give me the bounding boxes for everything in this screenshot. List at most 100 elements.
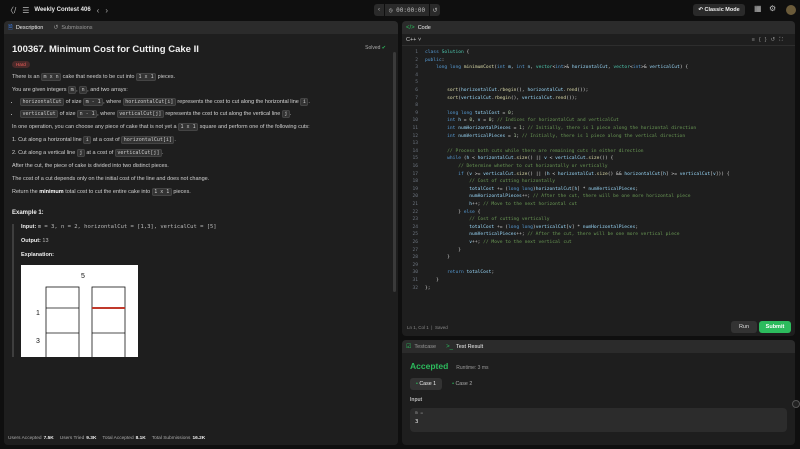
list-item: verticalCut of size n - 1, where vertica… <box>20 110 390 118</box>
code-line[interactable]: while (h < horizontalCut.size() || v < v… <box>425 156 613 161</box>
avatar[interactable] <box>786 5 796 15</box>
timer: ‹ ◷ 00:00:00 ↺ <box>374 4 440 16</box>
code-line[interactable]: numHorizontalPieces++; // After the cut,… <box>425 194 690 199</box>
line-number: 5 <box>415 80 418 86</box>
code-line[interactable]: }; <box>425 286 431 291</box>
contest-title[interactable]: Weekly Contest 406 <box>34 7 90 13</box>
code-line[interactable]: int numHorizontalPieces = 1; // Initiall… <box>425 126 696 131</box>
line-number: 9 <box>415 110 418 116</box>
line-number: 25 <box>412 232 418 238</box>
line-number: 31 <box>412 278 418 283</box>
line-number: 17 <box>412 171 418 177</box>
classic-mode-button[interactable]: ↶ Classic Mode <box>693 4 745 16</box>
result-body: Accepted Runtime: 3 ms • Case 1 • Case 2 … <box>402 353 795 440</box>
arrays-list: horizontalCut of size m - 1, where horiz… <box>20 98 390 118</box>
line-number: 13 <box>412 141 418 147</box>
code-panel: </> Code C++ ˅ ≡{}↺⛶ 1 class Solution {2 pu… <box>402 21 795 336</box>
checkbox-icon: ☑ <box>406 344 412 350</box>
tab-description[interactable]: 🗎 Description <box>8 23 43 33</box>
code-line[interactable]: return totalCost; <box>425 270 494 275</box>
tab-testcase[interactable]: ☑ Testcase <box>406 343 436 351</box>
list-item: horizontalCut of size m - 1, where horiz… <box>20 98 390 106</box>
timer-reset-icon[interactable]: ↺ <box>430 4 440 16</box>
code-line[interactable]: if (v >= verticalCut.size() || (h < hori… <box>425 172 729 177</box>
line-number: 20 <box>412 194 418 200</box>
line-number: 7 <box>415 95 418 101</box>
example-input: Input: m = 3, n = 2, horizontalCut = [1,… <box>21 224 217 230</box>
editor-tools-icons[interactable]: ≡{}↺⛶ <box>752 37 787 44</box>
case-tabs: • Case 1 • Case 2 <box>410 378 787 390</box>
line-number: 19 <box>412 186 418 192</box>
code-line[interactable]: class Solution { <box>425 50 469 55</box>
line-number: 6 <box>415 88 418 93</box>
gear-icon[interactable]: ⚙ <box>769 4 776 13</box>
code-line[interactable]: totalCost += (long long)verticalCut[v] *… <box>425 225 638 230</box>
code-editor[interactable]: 1 class Solution {2 public: 3 long long min… <box>402 46 795 321</box>
timer-left-icon[interactable]: ‹ <box>374 4 384 16</box>
description-scrollbar[interactable] <box>393 52 396 292</box>
code-line[interactable]: totalCost += (long long)horizontalCut[h]… <box>425 187 638 192</box>
clock-icon: ◷ <box>388 6 397 14</box>
description-panel: 🗎 Description ↺ Submissions 100367. Minimu… <box>4 21 398 445</box>
line-number: 21 <box>412 202 418 207</box>
code-line[interactable]: } <box>425 248 461 253</box>
code-line[interactable]: sort(horizontalCut.rbegin(), horizontalC… <box>425 88 588 93</box>
tab-description-label: Description <box>15 24 44 31</box>
code-line[interactable]: int h = 0, v = 0; // Indices for horizon… <box>425 118 619 123</box>
code-line[interactable]: sort(verticalCut.rbegin(), verticalCut.r… <box>425 96 577 101</box>
code-footer: Ln 1, Col 1 | Saved Run Submit <box>402 318 795 336</box>
tab-test-result[interactable]: >_ Test Result <box>446 344 483 350</box>
code-line[interactable]: long long totalCost = 0; <box>425 111 513 116</box>
code-line[interactable]: long long minimumCost(int m, int n, vect… <box>425 65 688 70</box>
code-line[interactable]: // Cost of cutting vertically <box>425 217 549 222</box>
description-tabbar: 🗎 Description ↺ Submissions <box>4 21 398 34</box>
line-number: 28 <box>412 255 418 261</box>
input-var: m = <box>415 411 424 416</box>
code-line[interactable]: public: <box>425 58 444 63</box>
case-tab-1[interactable]: • Case 1 <box>410 378 443 390</box>
line-number: 8 <box>415 103 418 109</box>
line-number: 30 <box>412 270 418 276</box>
code-line[interactable]: } <box>425 278 439 283</box>
tab-code-label: Code <box>417 24 431 31</box>
code-line[interactable]: } else { <box>425 210 480 215</box>
code-line[interactable]: } <box>425 255 450 260</box>
timer-display[interactable]: ◷ 00:00:00 <box>385 4 429 16</box>
code-line[interactable]: // Cost of cutting horizontally <box>425 179 555 184</box>
code-line[interactable]: h++; // Move to the next horizontal cut <box>425 202 577 207</box>
layout-icon[interactable]: ▦ <box>754 4 762 13</box>
difficulty-badge[interactable]: Hard <box>12 61 30 68</box>
problem-list-icon[interactable]: ☰ <box>22 6 29 15</box>
language-select[interactable]: C++ ˅ <box>406 37 421 43</box>
operation-1: 1. Cut along a horizontal line i at a co… <box>12 136 176 144</box>
code-line[interactable]: v++; // Move to the next vertical cut <box>425 240 571 245</box>
code-line[interactable]: // Process both cuts while there are rem… <box>425 149 643 154</box>
success-dot-icon: • <box>452 381 454 387</box>
logo-icon[interactable]: 〈/ <box>6 5 16 16</box>
document-icon: 🗎 <box>8 24 13 31</box>
scroll-handle[interactable] <box>792 400 800 408</box>
chevron-right-icon[interactable]: › <box>105 6 108 15</box>
solved-label: Solved <box>365 45 381 51</box>
paragraph-5: The cost of a cut depends only on the in… <box>12 176 210 182</box>
tab-submissions[interactable]: ↺ Submissions <box>53 24 92 32</box>
timer-value: 00:00:00 <box>396 6 426 14</box>
run-button[interactable]: Run <box>731 321 757 333</box>
line-number: 14 <box>412 148 418 154</box>
chevron-left-icon[interactable]: ‹ <box>97 6 100 15</box>
code-line[interactable]: int numVerticalPieces = 1; // Initially,… <box>425 134 685 139</box>
code-line[interactable]: // Determine whether to cut horizontally… <box>425 164 607 169</box>
stat-total-submissions: Total Submissions 16.2K <box>151 436 206 441</box>
line-number: 23 <box>412 217 418 223</box>
submit-button[interactable]: Submit <box>759 321 791 333</box>
case-tab-2[interactable]: • Case 2 <box>446 378 478 390</box>
line-number: 10 <box>412 118 418 124</box>
tab-code[interactable]: </> Code <box>406 25 431 31</box>
result-status: Accepted <box>410 361 449 371</box>
language-label: C++ <box>406 36 417 43</box>
line-number: 27 <box>412 247 418 253</box>
code-line[interactable]: numVerticalPieces++; // After the cut, t… <box>425 232 679 237</box>
input-label: Input <box>410 397 423 403</box>
cake-right-column <box>91 286 126 363</box>
line-number: 26 <box>412 240 418 245</box>
